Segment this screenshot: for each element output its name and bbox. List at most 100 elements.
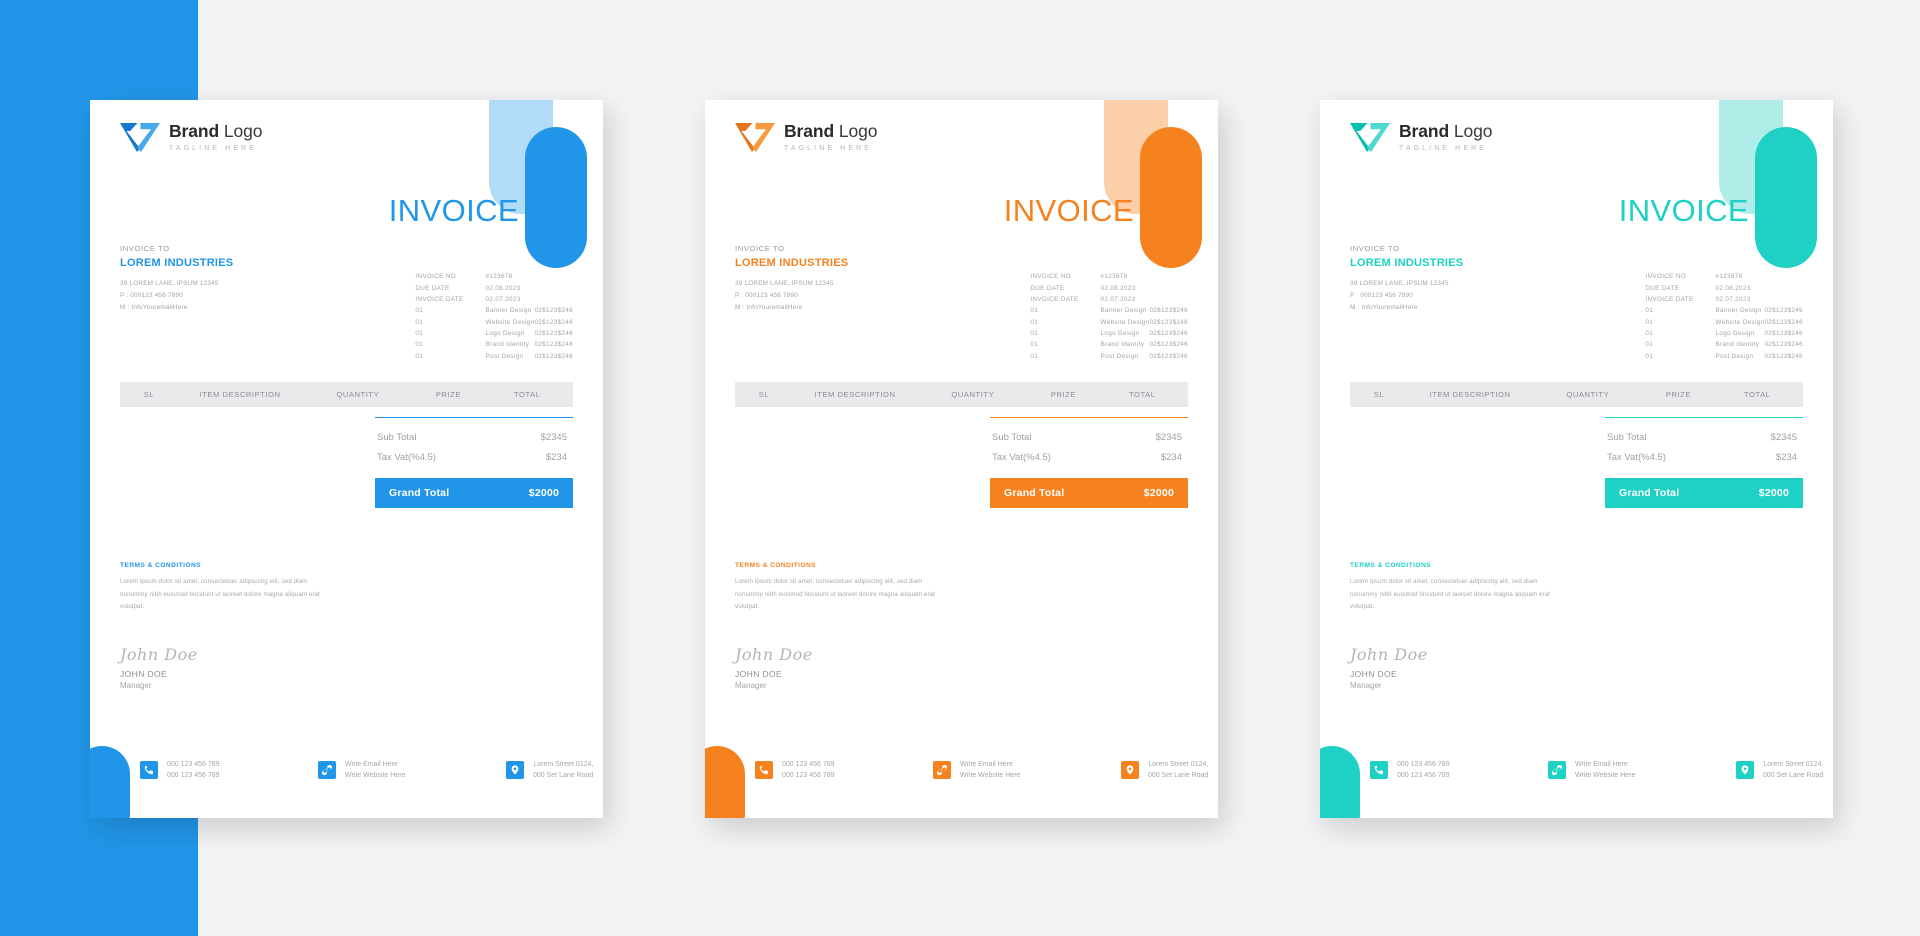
- bill-to-line: 39 LOREM LANE, IPSUM 12345: [1350, 280, 1449, 287]
- brand-logo[interactable]: Brand Logo TAGLINE HERE: [1350, 122, 1803, 153]
- contact-text: 000 123 456 789 000 123 456 789: [782, 759, 835, 782]
- bill-to-label: INVOICE TO: [1350, 244, 1400, 253]
- terms-and-conditions: TERMS & CONDITIONS Lorem ipsum dolor sit…: [120, 562, 330, 614]
- brand-logo[interactable]: Brand Logo TAGLINE HERE: [735, 122, 1188, 153]
- cell-prize: $123: [542, 307, 558, 315]
- cell-sl: 01: [415, 307, 424, 315]
- contact-line: Lorem Street 0124,: [1763, 760, 1824, 768]
- bill-to-line: 39 LOREM LANE, IPSUM 12345: [120, 280, 219, 287]
- cell-total: $246: [1172, 318, 1188, 326]
- totals-block: Sub Total $2345 Tax Vat(%4.5) $234 Grand…: [1605, 417, 1803, 508]
- table-row: 01 Logo Design 02 $123 $246: [1030, 328, 1188, 339]
- cell-sl: 01: [1645, 330, 1654, 338]
- column-header-desc: ITEM DESCRIPTION: [1399, 382, 1541, 407]
- signature-role: Manager: [1350, 681, 1382, 690]
- terms-and-conditions: TERMS & CONDITIONS Lorem ipsum dolor sit…: [735, 562, 945, 614]
- terms-title: TERMS & CONDITIONS: [120, 562, 201, 569]
- cell-sl: 01: [415, 352, 424, 360]
- contact-line: Lorem Street 0124,: [1148, 760, 1209, 768]
- column-header-prize: PRIZE: [405, 382, 492, 407]
- contact-text: Write Email Here Write Website Here: [345, 759, 405, 782]
- blue-invoice-card[interactable]: Brand Logo TAGLINE HERE INVOICE INVOICE …: [90, 100, 603, 818]
- bill-to-line: P : 000123 456 7890: [120, 291, 184, 299]
- meta-key: INVOICE DATE: [415, 295, 464, 303]
- contact-line: Write Email Here: [1575, 760, 1628, 768]
- contact-phone[interactable]: 000 123 456 789 000 123 456 789: [1370, 759, 1520, 782]
- teal-invoice-card[interactable]: Brand Logo TAGLINE HERE INVOICE INVOICE …: [1320, 100, 1833, 818]
- contact-location-pin[interactable]: Lorem Street 0124, 000 Set Lane Road: [1736, 759, 1823, 782]
- sub-total-label: Sub Total: [1607, 431, 1647, 443]
- contact-text: Lorem Street 0124, 000 Set Lane Road: [533, 759, 593, 782]
- contact-location-pin[interactable]: Lorem Street 0124, 000 Set Lane Road: [506, 759, 593, 782]
- contact-link[interactable]: Write Email Here Write Website Here: [318, 759, 478, 782]
- contact-line: Write Website Here: [1575, 772, 1636, 780]
- table-row: 01 Logo Design 02 $123 $246: [1645, 328, 1803, 339]
- link-icon: [318, 761, 336, 780]
- cell-desc: Post Design: [1715, 352, 1754, 360]
- invoice-meta: INVOICE NO #123678 DUE DATE 02.08.2023 I…: [1030, 271, 1188, 362]
- brand-logo[interactable]: Brand Logo TAGLINE HERE: [120, 122, 573, 153]
- terms-title: TERMS & CONDITIONS: [735, 562, 816, 569]
- sub-total-row: Sub Total $2345: [990, 427, 1188, 447]
- contact-line: 000 123 456 789: [782, 772, 835, 780]
- phone-icon: [140, 761, 158, 780]
- meta-row: INVOICE NO #123678: [415, 271, 573, 282]
- cell-desc: Logo Design: [1100, 330, 1140, 338]
- column-header-prize: PRIZE: [1635, 382, 1722, 407]
- column-header-total: TOTAL: [1106, 382, 1188, 407]
- signature-name: JOHN DOE: [120, 669, 168, 679]
- orange-invoice-card[interactable]: Brand Logo TAGLINE HERE INVOICE INVOICE …: [705, 100, 1218, 818]
- cell-sl: 01: [1645, 307, 1654, 315]
- meta-value: 02.08.2023: [485, 284, 521, 292]
- contact-line: Write Website Here: [345, 772, 406, 780]
- contact-link[interactable]: Write Email Here Write Website Here: [1548, 759, 1708, 782]
- contact-location-pin[interactable]: Lorem Street 0124, 000 Set Lane Road: [1121, 759, 1208, 782]
- cell-desc: Banner Design: [1100, 307, 1147, 315]
- cell-total: $246: [557, 341, 573, 349]
- sub-total-row: Sub Total $2345: [375, 427, 573, 447]
- cell-sl: 01: [415, 341, 424, 349]
- contact-phone[interactable]: 000 123 456 789 000 123 456 789: [755, 759, 905, 782]
- sub-total-label: Sub Total: [377, 431, 417, 443]
- contact-phone[interactable]: 000 123 456 789 000 123 456 789: [140, 759, 290, 782]
- bill-to-address: 39 LOREM LANE, IPSUM 12345 P : 000123 45…: [120, 278, 233, 314]
- invoice-meta: INVOICE NO #123678 DUE DATE 02.08.2023 I…: [1645, 271, 1803, 362]
- line-items-table: SL ITEM DESCRIPTION QUANTITY PRIZE TOTAL: [120, 382, 573, 407]
- cell-total: $246: [557, 318, 573, 326]
- bill-to-block: INVOICE TO LOREM INDUSTRIES 39 LOREM LAN…: [120, 244, 233, 314]
- contact-text: Lorem Street 0124, 000 Set Lane Road: [1148, 759, 1208, 782]
- cell-qty: 02: [534, 307, 543, 315]
- tax-label: Tax Vat(%4.5): [377, 451, 436, 463]
- cell-desc: Post Design: [485, 352, 524, 360]
- cell-qty: 02: [534, 352, 543, 360]
- cell-desc: Website Design: [1715, 318, 1765, 326]
- cell-qty: 02: [534, 330, 543, 338]
- cell-prize: $123: [542, 330, 558, 338]
- signature-script: John Doe: [120, 645, 198, 664]
- logo-title: Brand Logo: [1399, 123, 1492, 141]
- table-row: 01 Website Design 02 $123 $246: [1645, 317, 1803, 328]
- line-items-header: SL ITEM DESCRIPTION QUANTITY PRIZE TOTAL: [120, 382, 573, 407]
- grand-total-bar: Grand Total $2000: [990, 478, 1188, 508]
- cell-sl: 01: [1645, 352, 1654, 360]
- cell-total: $246: [1172, 352, 1188, 360]
- grand-total-value: $2000: [528, 487, 559, 499]
- v-arrow-logo-icon: [735, 123, 775, 152]
- table-row: 01 Brand Identity 02 $123 $246: [1030, 339, 1188, 350]
- tax-row: Tax Vat(%4.5) $234: [990, 447, 1188, 467]
- meta-value: #123678: [1715, 273, 1743, 281]
- signature-role: Manager: [120, 681, 152, 690]
- contact-line: Write Email Here: [960, 760, 1013, 768]
- bill-to-line: 39 LOREM LANE, IPSUM 12345: [735, 280, 834, 287]
- cell-qty: 02: [1764, 352, 1773, 360]
- logo-title-bold: Brand: [169, 121, 220, 142]
- logo-tagline: TAGLINE HERE: [784, 144, 873, 152]
- contact-link[interactable]: Write Email Here Write Website Here: [933, 759, 1093, 782]
- table-row: 01 Banner Design 02 $123 $246: [1030, 305, 1188, 316]
- cell-qty: 02: [1764, 318, 1773, 326]
- cell-total: $246: [557, 307, 573, 315]
- logo-title-light: Logo: [223, 121, 263, 142]
- meta-row: DUE DATE 02.08.2023: [1645, 282, 1803, 293]
- tax-value: $234: [1160, 451, 1182, 463]
- meta-key: DUE DATE: [415, 284, 450, 292]
